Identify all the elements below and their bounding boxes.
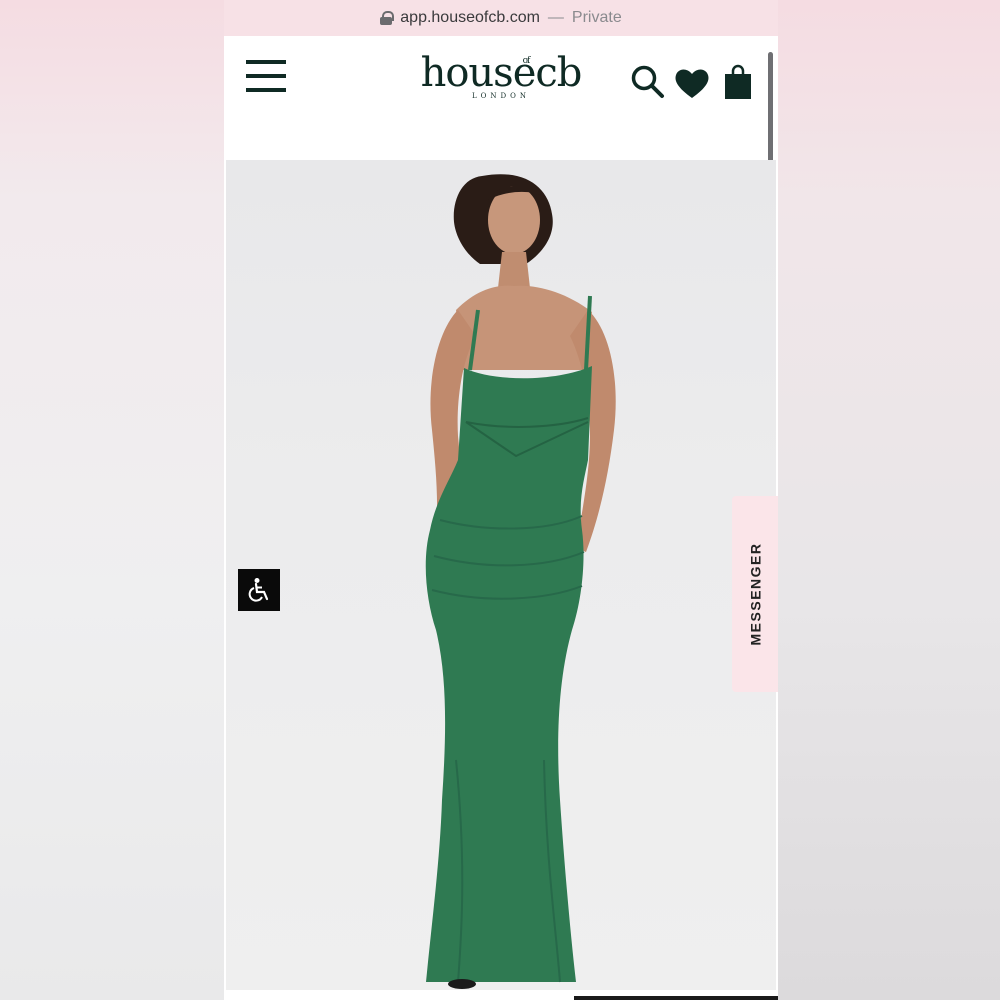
- heart-icon[interactable]: [674, 66, 710, 100]
- site-logo[interactable]: housecb of LONDON: [408, 50, 594, 130]
- model-photo: [425, 174, 616, 989]
- messenger-tab[interactable]: MESSENGER: [732, 496, 778, 692]
- messenger-label: MESSENGER: [747, 542, 763, 646]
- search-icon[interactable]: [630, 64, 666, 100]
- page-viewport: housecb of LONDON MESSENGER: [224, 36, 778, 1000]
- bottom-divider: [574, 996, 778, 1000]
- bag-icon[interactable]: [724, 64, 752, 100]
- logo-of: of: [522, 56, 531, 66]
- site-header: housecb of LONDON: [224, 36, 778, 262]
- wheelchair-icon: [248, 578, 269, 602]
- private-label: Private: [571, 9, 622, 26]
- background-right: [778, 0, 1000, 1000]
- url-separator: —: [547, 9, 564, 26]
- logo-wordmark: housecb of: [420, 50, 583, 96]
- url-text: app.houseofcb.com: [400, 9, 540, 26]
- lock-icon: [380, 11, 395, 25]
- menu-icon[interactable]: [246, 60, 286, 96]
- product-hero-image[interactable]: [226, 160, 776, 990]
- background-left: [0, 0, 224, 1000]
- accessibility-button[interactable]: [238, 569, 280, 611]
- browser-url-bar[interactable]: app.houseofcb.com — Private: [224, 0, 778, 36]
